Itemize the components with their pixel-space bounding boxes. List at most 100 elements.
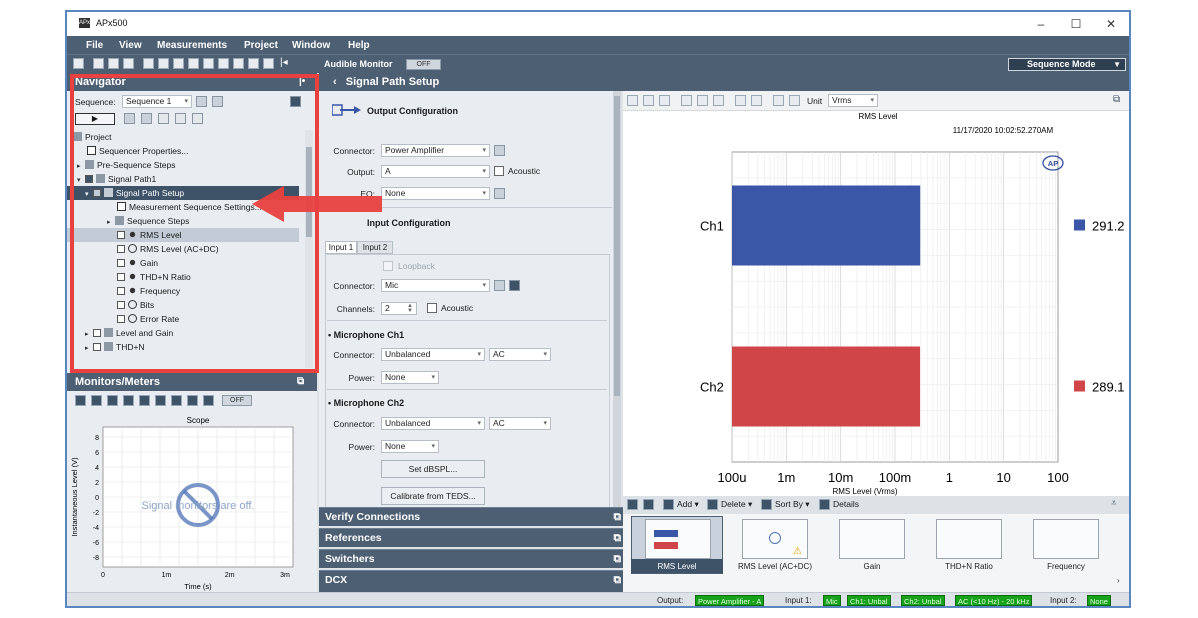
first-icon[interactable]	[627, 499, 638, 510]
references-section[interactable]: References ⧉	[319, 528, 629, 547]
tree-item-project[interactable]: Project	[67, 130, 299, 144]
report-icon[interactable]	[141, 113, 152, 124]
status-input1-mic[interactable]: Mic	[823, 595, 841, 606]
bluetooth-icon[interactable]	[218, 58, 229, 69]
new-project-icon[interactable]	[73, 58, 84, 69]
fft-icon[interactable]	[123, 395, 134, 406]
maximize-button[interactable]: ☐	[1059, 15, 1093, 33]
channels-stepper[interactable]: 2 ▲ ▼	[381, 302, 417, 315]
frequency-checkbox[interactable]	[117, 287, 125, 295]
settings-icon[interactable]	[123, 58, 134, 69]
minimize-button[interactable]: –	[1024, 15, 1058, 33]
grid-icon[interactable]	[735, 95, 746, 106]
calibrate-teds-button[interactable]: Calibrate from TEDS...	[381, 487, 485, 505]
input-connector-select[interactable]: Mic ▾	[381, 279, 490, 292]
tree-item-level-and-gain[interactable]: ▸ Level and Gain	[67, 326, 299, 340]
acoustic-output-checkbox[interactable]	[494, 166, 504, 176]
verify-connections-section[interactable]: Verify Connections ⧉	[319, 507, 629, 526]
popout-icon[interactable]: ⧉	[614, 571, 622, 590]
strip-scroll-right-icon[interactable]: ›	[1117, 576, 1120, 585]
mic-ch1-power-select[interactable]: None ▾	[381, 371, 439, 384]
export-icon[interactable]	[175, 113, 186, 124]
rms-level-checkbox[interactable]	[117, 231, 125, 239]
delete-button[interactable]: Delete ▾	[721, 499, 752, 510]
output-channel-select[interactable]: A ▾	[381, 165, 490, 178]
status-output-value[interactable]: Power Amplifier - A	[695, 595, 765, 606]
last-icon[interactable]	[643, 499, 654, 510]
error-rate-checkbox[interactable]	[117, 315, 125, 323]
bluetooth-icon[interactable]	[155, 395, 166, 406]
mic-ch1-connector-select[interactable]: Unbalanced ▾	[381, 348, 485, 361]
tree-item-frequency[interactable]: Frequency	[67, 284, 299, 298]
clear-icon[interactable]	[158, 113, 169, 124]
popout-icon[interactable]: ⧉	[614, 508, 622, 527]
level-icon[interactable]	[203, 58, 214, 69]
open-project-icon[interactable]	[93, 58, 104, 69]
sequence-mode-dropdown[interactable]: Sequence Mode ▼	[1008, 58, 1126, 71]
tab-input-1[interactable]: Input 1	[325, 241, 357, 254]
audible-monitor-toggle[interactable]: OFF	[406, 59, 441, 70]
popout-icon[interactable]: ⧉	[614, 550, 622, 569]
thumb-rms-level-acdc[interactable]: ⚠	[742, 519, 808, 559]
clock-icon[interactable]	[187, 395, 198, 406]
sort-by-button[interactable]: Sort By ▾	[775, 499, 810, 510]
tree-item-pre-sequence-steps[interactable]: ▸ Pre-Sequence Steps	[67, 158, 299, 172]
signal-path-setup-checkbox[interactable]	[93, 189, 101, 197]
level-and-gain-checkbox[interactable]	[93, 329, 101, 337]
collapse-strip-icon[interactable]: ⩡	[1111, 498, 1117, 509]
menu-measurements[interactable]: Measurements	[157, 40, 227, 51]
scale-icon[interactable]	[773, 95, 784, 106]
signal-path1-checkbox[interactable]	[85, 175, 93, 183]
tab-input-2[interactable]: Input 2	[357, 241, 393, 254]
zoom-fit-icon[interactable]	[697, 95, 708, 106]
waveform-icon[interactable]	[143, 58, 154, 69]
sort-icon[interactable]	[761, 499, 772, 510]
grid-icon[interactable]	[233, 58, 244, 69]
tree-item-rms-level[interactable]: RMS Level	[67, 228, 299, 242]
gain-checkbox[interactable]	[117, 259, 125, 267]
clock-icon[interactable]	[248, 58, 259, 69]
graph-save-icon[interactable]	[627, 95, 638, 106]
list-icon[interactable]	[173, 58, 184, 69]
tree-item-rms-level-acdc[interactable]: RMS Level (AC+DC)	[67, 242, 299, 256]
status-input1-coupling[interactable]: AC (<10 Hz) - 20 kHz	[955, 595, 1033, 606]
status-input1-ch2[interactable]: Ch2: Unbal	[901, 595, 945, 606]
input-settings-icon[interactable]	[494, 280, 505, 291]
list-icon[interactable]	[107, 395, 118, 406]
sequence-copy-icon[interactable]	[212, 96, 223, 107]
mic-ch2-power-select[interactable]: None ▾	[381, 440, 439, 453]
bits-checkbox[interactable]	[117, 301, 125, 309]
mic-ch2-connector-select[interactable]: Unbalanced ▾	[381, 417, 485, 430]
mic-ch2-coupling-select[interactable]: AC ▾	[489, 417, 551, 430]
run-sequence-button[interactable]: ▶	[75, 113, 115, 125]
thumb-frequency[interactable]	[1033, 519, 1099, 559]
loopback-checkbox[interactable]	[383, 261, 393, 271]
rms-level-acdc-checkbox[interactable]	[117, 245, 125, 253]
level-icon[interactable]	[139, 395, 150, 406]
bar-meter-icon[interactable]	[158, 58, 169, 69]
details-icon[interactable]	[819, 499, 830, 510]
tree-item-sequencer-properties[interactable]: Sequencer Properties...	[67, 144, 299, 158]
scope-icon[interactable]	[75, 395, 86, 406]
signal-path-scroll-thumb[interactable]	[614, 96, 620, 396]
info-icon[interactable]	[263, 58, 274, 69]
status-input1-ch1[interactable]: Ch1: Unbal	[847, 595, 891, 606]
unit-select[interactable]: Vrms ▾	[828, 94, 878, 107]
popout-icon[interactable]: ⧉	[614, 529, 622, 548]
delete-icon[interactable]	[707, 499, 718, 510]
output-connector-select[interactable]: Power Amplifier ▾	[381, 144, 490, 157]
graph-copy-icon[interactable]	[643, 95, 654, 106]
grid-icon[interactable]	[171, 395, 182, 406]
stepper-arrows-icon[interactable]: ▲ ▼	[407, 303, 413, 314]
acoustic-input-checkbox[interactable]	[427, 303, 437, 313]
details-button[interactable]: Details	[833, 499, 859, 509]
thumb-thdn-ratio[interactable]	[936, 519, 1002, 559]
sequence-select[interactable]: Sequence 1 ▾	[122, 95, 192, 108]
output-settings-icon[interactable]	[494, 145, 505, 156]
mic-icon[interactable]	[509, 280, 520, 291]
tree-item-error-rate[interactable]: Error Rate	[67, 312, 299, 326]
menu-view[interactable]: View	[119, 40, 142, 51]
autoscale-icon[interactable]	[713, 95, 724, 106]
switchers-section[interactable]: Switchers ⧉	[319, 549, 629, 568]
meter-icon[interactable]	[91, 395, 102, 406]
